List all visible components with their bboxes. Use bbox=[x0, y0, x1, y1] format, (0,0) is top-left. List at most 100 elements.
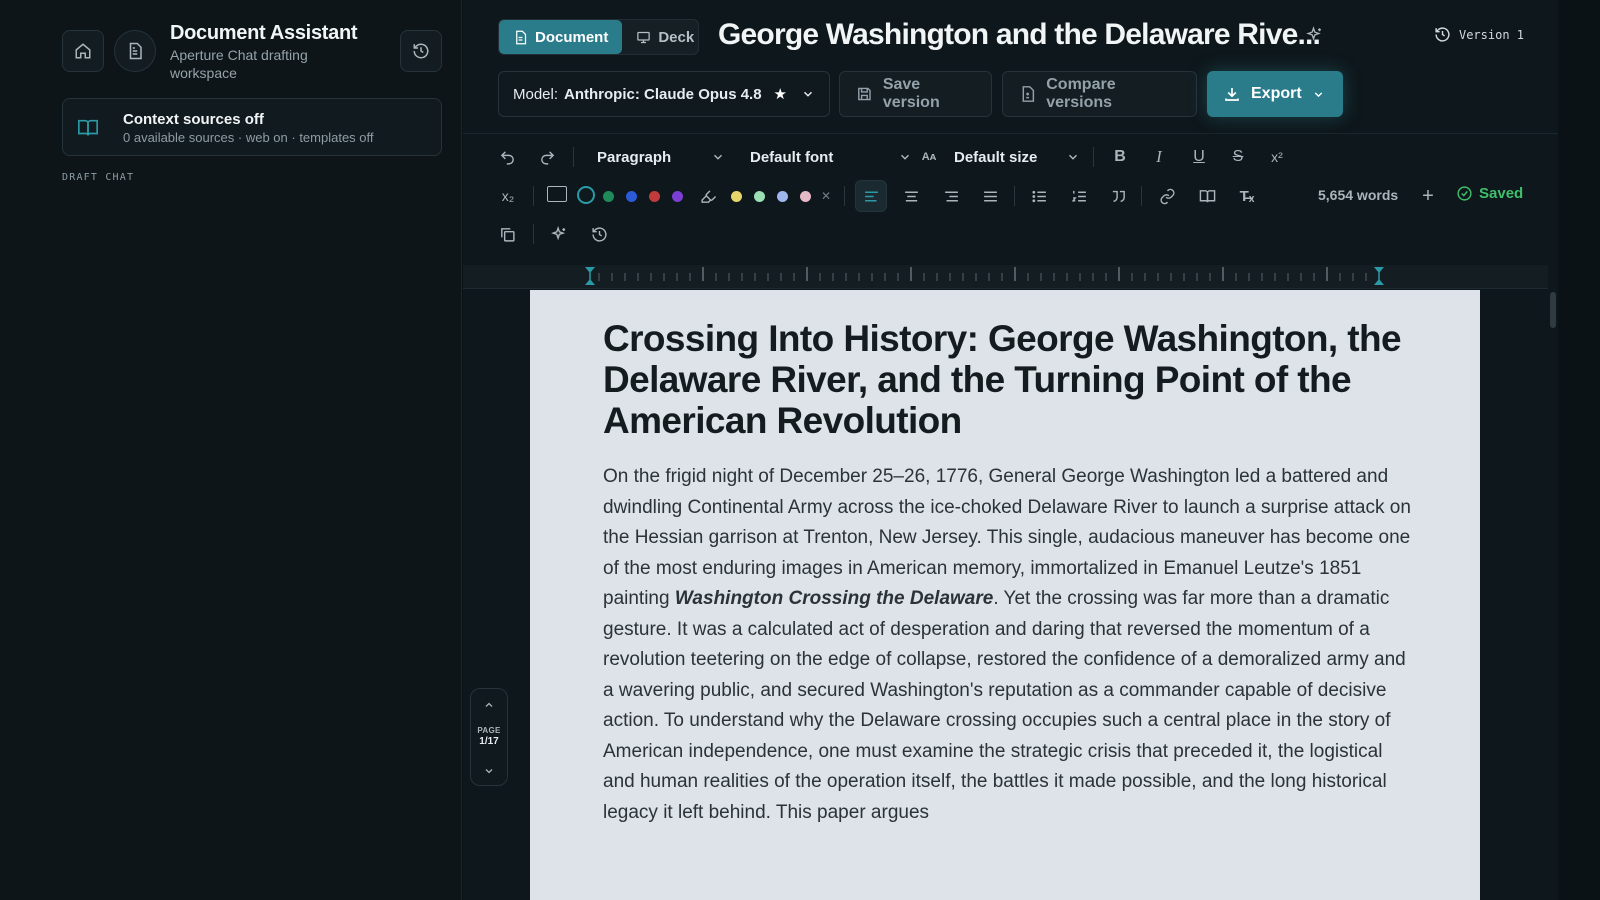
text-color-purple[interactable] bbox=[672, 191, 683, 202]
save-version-button[interactable]: Save version bbox=[839, 71, 992, 117]
page-down-button[interactable] bbox=[480, 762, 498, 780]
save-version-label: Save version bbox=[882, 76, 940, 111]
subscript-icon: x₂ bbox=[501, 188, 515, 204]
text-color-blue[interactable] bbox=[626, 191, 637, 202]
align-center-icon bbox=[904, 191, 918, 201]
clear-color-button[interactable]: ✕ bbox=[818, 186, 834, 206]
chevron-down-icon bbox=[900, 154, 910, 160]
highlight-pink[interactable] bbox=[800, 191, 811, 202]
check-circle-icon bbox=[1457, 186, 1472, 201]
download-icon bbox=[1225, 88, 1239, 101]
ruler[interactable] bbox=[463, 265, 1548, 289]
highlighter-button[interactable] bbox=[698, 186, 718, 206]
clear-format-button[interactable]: T̶ₓ bbox=[1237, 186, 1257, 206]
context-sources-card[interactable]: Context sources off 0 available sources … bbox=[62, 98, 442, 156]
version-indicator[interactable]: Version 1 bbox=[1434, 26, 1524, 43]
chevron-down-icon bbox=[1314, 91, 1322, 97]
document-heading[interactable]: Crossing Into History: George Washington… bbox=[603, 318, 1413, 441]
presentation-icon bbox=[637, 31, 651, 43]
citation-button[interactable] bbox=[1197, 186, 1217, 206]
align-left-button[interactable] bbox=[855, 180, 887, 212]
book-open-icon bbox=[1199, 189, 1215, 202]
text-color-swatch-none[interactable] bbox=[547, 186, 567, 202]
tab-deck[interactable]: Deck bbox=[622, 20, 708, 54]
history-icon bbox=[591, 226, 607, 242]
underline-button[interactable]: U bbox=[1188, 146, 1210, 168]
subscript-button[interactable]: x₂ bbox=[497, 185, 519, 207]
redo-icon bbox=[540, 150, 554, 165]
highlight-green[interactable] bbox=[754, 191, 765, 202]
document-paragraph[interactable]: On the frigid night of December 25–26, 1… bbox=[603, 462, 1413, 828]
numbered-list-icon bbox=[1071, 190, 1086, 201]
text-color-dark[interactable] bbox=[577, 186, 595, 204]
undo-button[interactable] bbox=[497, 147, 517, 167]
editor-main: Document Deck George Washington and the … bbox=[463, 0, 1558, 900]
document-icon-badge bbox=[114, 30, 156, 72]
duplicate-button[interactable] bbox=[497, 224, 517, 244]
add-button[interactable]: + bbox=[1418, 184, 1438, 207]
page-navigator: PAGE 1/17 bbox=[470, 688, 508, 786]
home-icon bbox=[75, 43, 91, 59]
align-center-button[interactable] bbox=[901, 186, 921, 206]
bold-icon: B bbox=[1114, 148, 1126, 165]
align-justify-button[interactable] bbox=[980, 186, 1000, 206]
highlight-yellow[interactable] bbox=[731, 191, 742, 202]
link-button[interactable] bbox=[1157, 186, 1177, 206]
history-button[interactable] bbox=[400, 30, 442, 72]
bold-button[interactable]: B bbox=[1109, 146, 1131, 168]
superscript-button[interactable]: x² bbox=[1266, 146, 1288, 168]
saved-label: Saved bbox=[1479, 185, 1524, 202]
model-name: Anthropic: Claude Opus 4.8 bbox=[564, 85, 762, 103]
ruler-ticks bbox=[585, 267, 1384, 285]
font-size-icon: Aᴀ bbox=[921, 151, 937, 163]
quote-icon bbox=[1112, 190, 1125, 202]
page-label: PAGE bbox=[477, 726, 501, 735]
formatting-toolbar: Paragraph Default font Aᴀ Default size B… bbox=[463, 135, 1558, 265]
editor-header: Document Deck George Washington and the … bbox=[463, 0, 1558, 134]
blockquote-button[interactable] bbox=[1108, 186, 1128, 206]
book-open-icon bbox=[78, 119, 98, 136]
context-title: Context sources off bbox=[123, 111, 264, 128]
align-right-icon bbox=[944, 191, 958, 201]
plus-icon: + bbox=[1422, 184, 1434, 207]
bullet-list-icon bbox=[1031, 190, 1046, 202]
chevron-down-icon bbox=[485, 769, 493, 774]
block-style-select[interactable]: Paragraph bbox=[597, 147, 725, 167]
scrollbar-thumb[interactable] bbox=[1550, 292, 1556, 328]
chevron-down-icon bbox=[713, 154, 723, 160]
underline-icon: U bbox=[1193, 148, 1205, 165]
sidebar: Document Assistant Aperture Chat draftin… bbox=[0, 0, 462, 900]
ai-assist-button[interactable] bbox=[549, 224, 569, 244]
font-select[interactable]: Default font bbox=[750, 147, 912, 167]
chevron-down-icon bbox=[1068, 154, 1078, 160]
page-number: 1/17 bbox=[479, 736, 499, 747]
document-page[interactable]: Crossing Into History: George Washington… bbox=[530, 290, 1480, 900]
history-icon bbox=[413, 43, 429, 59]
tab-deck-label: Deck bbox=[658, 28, 695, 46]
italic-button[interactable]: I bbox=[1148, 146, 1170, 168]
align-right-button[interactable] bbox=[941, 186, 961, 206]
model-selector[interactable]: Model: Anthropic: Claude Opus 4.8 ★ bbox=[498, 71, 830, 117]
document-title[interactable]: George Washington and the Delaware Rive.… bbox=[718, 18, 1321, 52]
tab-document[interactable]: Document bbox=[499, 20, 623, 54]
ai-title-button[interactable] bbox=[1306, 26, 1324, 49]
bullet-list-button[interactable] bbox=[1029, 186, 1049, 206]
align-left-icon bbox=[864, 191, 878, 201]
undo-icon bbox=[500, 150, 514, 165]
right-gutter bbox=[1558, 0, 1600, 900]
redo-button[interactable] bbox=[537, 147, 557, 167]
export-button[interactable]: Export bbox=[1207, 71, 1343, 117]
numbered-list-button[interactable] bbox=[1069, 186, 1089, 206]
size-select[interactable]: Default size bbox=[954, 147, 1080, 167]
page-up-button[interactable] bbox=[480, 696, 498, 714]
text-color-green[interactable] bbox=[603, 191, 614, 202]
revision-history-button[interactable] bbox=[589, 224, 609, 244]
highlighter-icon bbox=[700, 189, 716, 203]
text-color-red[interactable] bbox=[649, 191, 660, 202]
strikethrough-button[interactable]: S bbox=[1227, 146, 1249, 168]
mode-switch: Document Deck bbox=[498, 19, 699, 55]
home-button[interactable] bbox=[62, 30, 104, 72]
highlight-blue[interactable] bbox=[777, 191, 788, 202]
compare-versions-button[interactable]: Compare versions bbox=[1002, 71, 1197, 117]
paragraph-text-end: . Yet the crossing was far more than a d… bbox=[603, 588, 1406, 823]
